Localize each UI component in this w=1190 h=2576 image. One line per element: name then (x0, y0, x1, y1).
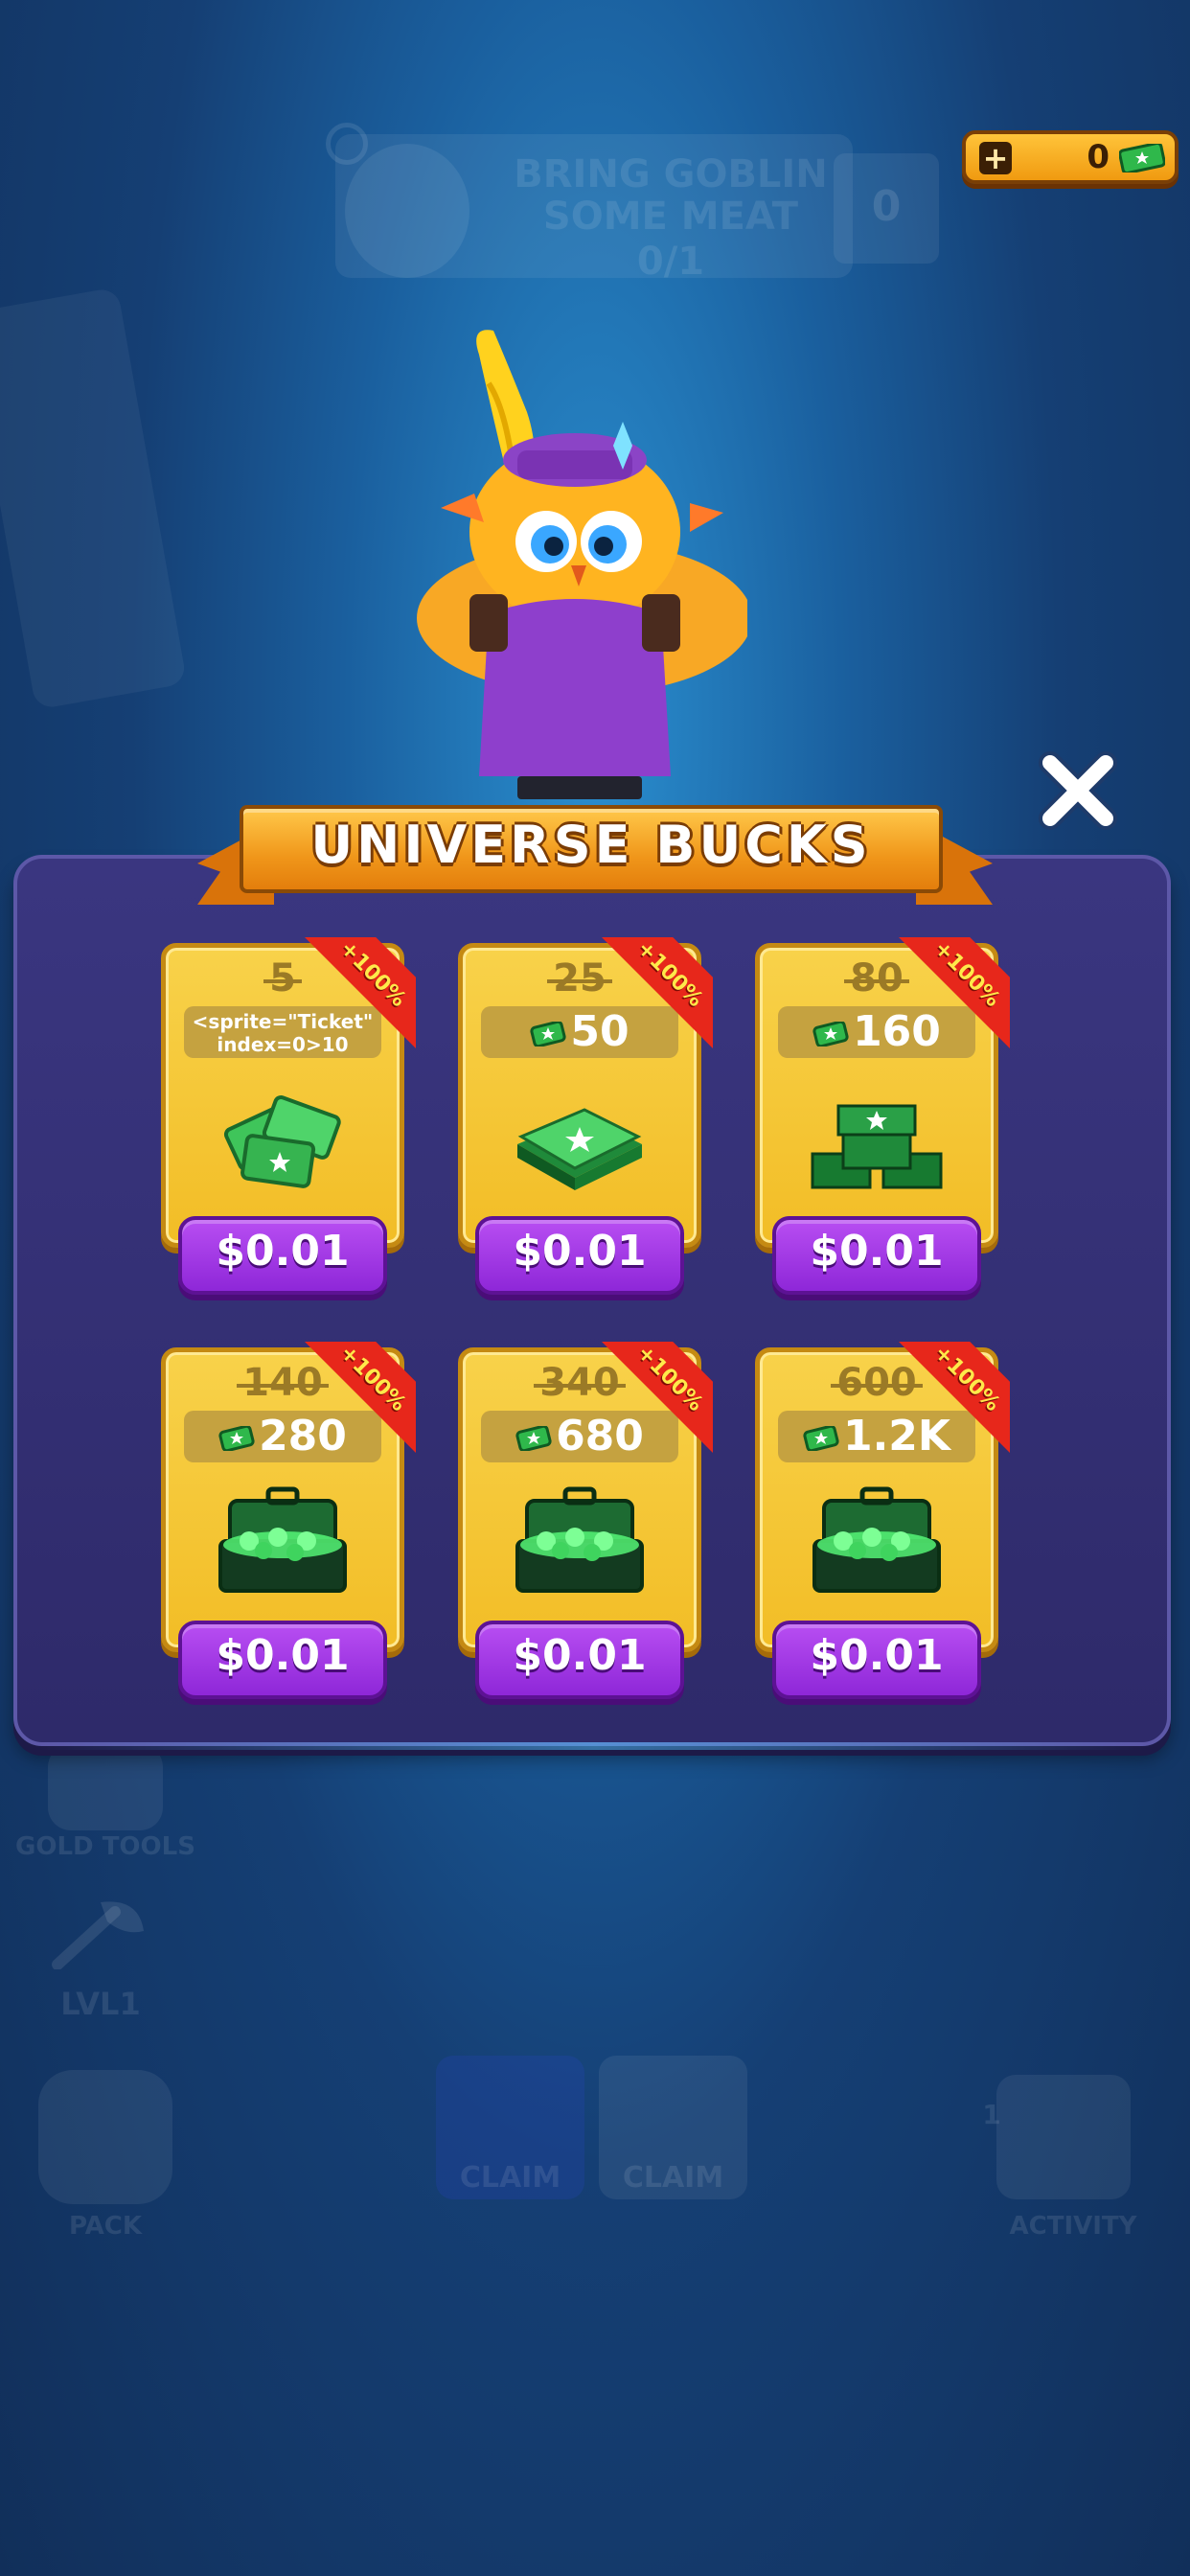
bonus-amount-text: 50 (570, 1007, 629, 1056)
axe-icon (52, 1901, 144, 1969)
quest-progress: 0/1 (636, 240, 705, 284)
price-label[interactable]: $0.01 (475, 1227, 684, 1276)
bonus-amount-text: 160 (853, 1007, 941, 1056)
bucks-scatter-icon (211, 1077, 355, 1202)
bonus-amount: 680 (481, 1413, 678, 1460)
bonus-amount-text: 280 (259, 1412, 347, 1460)
bonus-amount: <sprite="Ticket" index=0>10 (184, 1010, 381, 1056)
activity-label: ACTIVITY (1009, 2212, 1137, 2241)
goblin-character (417, 330, 747, 799)
bonus-amount: 160 (778, 1008, 975, 1056)
bonus-amount-text: <sprite="Ticket" index=0>10 (192, 1010, 374, 1056)
buck-icon (812, 1022, 849, 1046)
bonus-amount-box: 680 (481, 1411, 678, 1462)
bucks-stack-small-icon (508, 1077, 652, 1202)
buck-icon (803, 1426, 839, 1451)
gold-tools-label: GOLD TOOLS (15, 1832, 195, 1861)
buck-icon (515, 1426, 552, 1451)
bonus-amount: 1.2K (778, 1413, 975, 1460)
price-label[interactable]: $0.01 (178, 1631, 387, 1680)
pack-label: PACK (68, 2212, 143, 2241)
magnifier-icon (326, 123, 368, 165)
buck-icon (1119, 144, 1165, 172)
bonus-amount-box: 280 (184, 1411, 381, 1462)
offer-card[interactable]: 5 <sprite="Ticket" index=0>10 +100% $0.01 (161, 936, 416, 1298)
price-label[interactable]: $0.01 (475, 1631, 684, 1680)
gold-tools-icon (48, 1744, 163, 1830)
level-label: LVL1 (60, 1986, 141, 2022)
bonus-amount-box: 1.2K (778, 1411, 975, 1462)
buck-icon (218, 1426, 255, 1451)
bucks-stack-large-icon (805, 1077, 949, 1202)
price-label[interactable]: $0.01 (772, 1631, 981, 1680)
price-label[interactable]: $0.01 (772, 1227, 981, 1276)
bonus-amount-text: 680 (556, 1412, 644, 1460)
offer-card[interactable]: 340 680 +100% $0.01 (458, 1341, 713, 1702)
panel-glow (38, 1742, 1150, 1750)
bonus-amount-box: 50 (481, 1006, 678, 1058)
bonus-amount-text: 1.2K (842, 1412, 951, 1460)
claim-label-1: CLAIM (459, 2161, 561, 2195)
background-card (0, 287, 188, 710)
bucks-briefcase-icon (211, 1482, 355, 1606)
shop-title: UNIVERSE BUCKS (310, 815, 872, 875)
quest-title: BRING GOBLIN SOME MEAT (514, 152, 828, 239)
bonus-amount-box: <sprite="Ticket" index=0>10 (184, 1006, 381, 1058)
activity-badge: 1 (982, 2099, 1001, 2130)
quest-goblin-icon (345, 144, 469, 278)
scroll-icon (996, 2075, 1131, 2199)
currency-value: 0 (1087, 138, 1110, 176)
add-currency-icon[interactable]: + (979, 142, 1012, 174)
quest-side-value: 0 (871, 182, 902, 231)
currency-counter[interactable]: + 0 (962, 130, 1179, 184)
bonus-amount-box: 160 (778, 1006, 975, 1058)
close-icon[interactable] (1033, 746, 1123, 836)
claim-label-2: CLAIM (622, 2161, 724, 2195)
offer-card[interactable]: 25 50 +100% $0.01 (458, 936, 713, 1298)
backpack-icon (38, 2070, 172, 2204)
offer-card[interactable]: 140 280 +100% $0.01 (161, 1341, 416, 1702)
bucks-briefcase-icon (508, 1482, 652, 1606)
bonus-amount: 280 (184, 1413, 381, 1460)
offer-card[interactable]: 600 1.2K +100% $0.01 (755, 1341, 1010, 1702)
bucks-briefcase-icon (805, 1482, 949, 1606)
offer-card[interactable]: 80 160 +100% $0.01 (755, 936, 1010, 1298)
bonus-amount: 50 (481, 1008, 678, 1056)
buck-icon (530, 1022, 566, 1046)
price-label[interactable]: $0.01 (178, 1227, 387, 1276)
